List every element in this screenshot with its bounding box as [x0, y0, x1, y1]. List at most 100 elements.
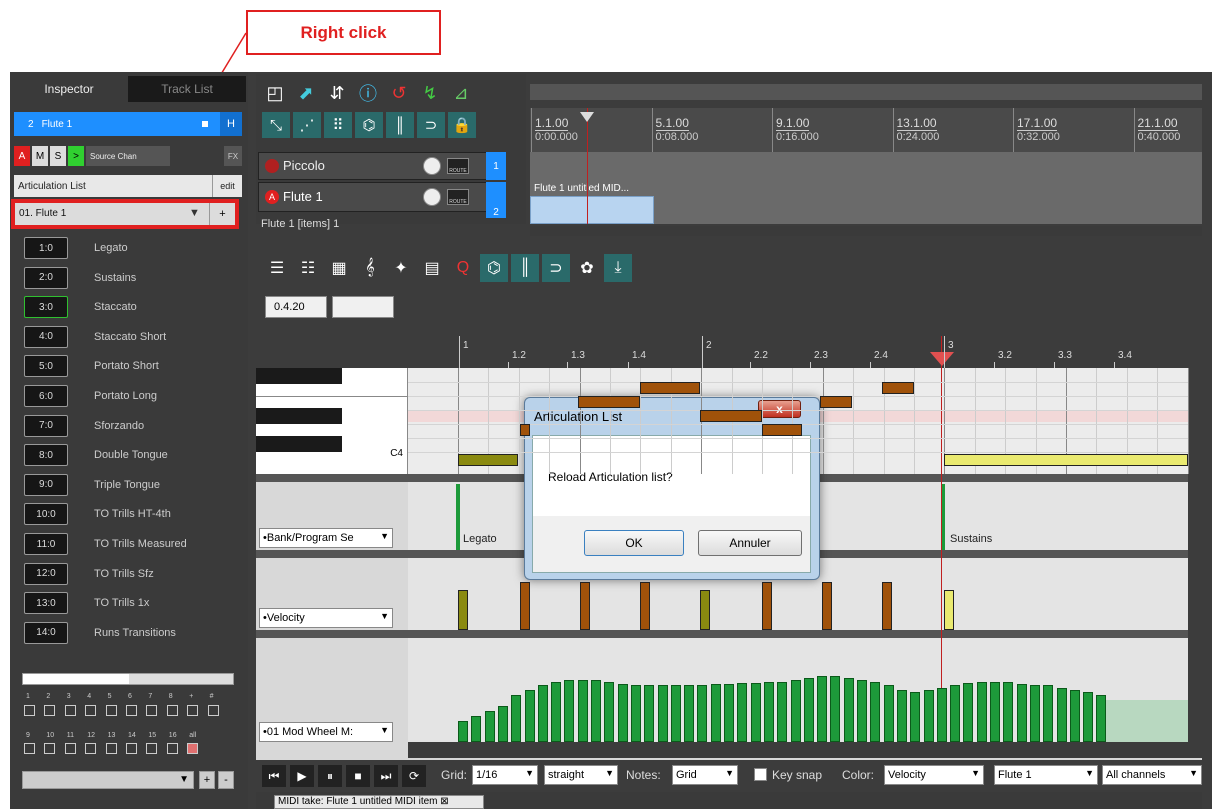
- mod-wheel-bar[interactable]: [950, 685, 961, 742]
- loop-icon[interactable]: ⊃: [417, 112, 445, 138]
- channel-checkbox[interactable]: [24, 705, 35, 716]
- hide-button[interactable]: H: [220, 112, 242, 136]
- mod-wheel-bar[interactable]: [1056, 688, 1067, 742]
- pause-icon[interactable]: ⏸: [318, 765, 342, 787]
- velocity-bar[interactable]: [640, 582, 650, 630]
- channel-checkbox[interactable]: [166, 705, 178, 716]
- add-list-button[interactable]: +: [209, 203, 235, 225]
- mod-wheel-bar[interactable]: [777, 682, 788, 742]
- mod-wheel-bar[interactable]: [710, 684, 721, 742]
- velocity-bar[interactable]: [882, 582, 892, 630]
- midi-note[interactable]: [458, 454, 518, 466]
- channel-checkbox[interactable]: [105, 743, 117, 754]
- scrollbar-thumb[interactable]: [23, 674, 129, 684]
- skip-forward-icon[interactable]: ⏭: [374, 765, 398, 787]
- piano-roll-icon[interactable]: ☰: [263, 254, 291, 282]
- mod-wheel-bar[interactable]: [511, 695, 522, 742]
- lines-icon[interactable]: ║: [386, 112, 414, 138]
- arrange-hscroll[interactable]: [530, 226, 1202, 236]
- loop-icon[interactable]: ⊃: [542, 254, 570, 282]
- mod-wheel-bar[interactable]: [644, 685, 655, 742]
- midi-hscroll[interactable]: [408, 742, 1202, 758]
- snap-icon[interactable]: ⠿: [324, 112, 352, 138]
- mod-wheel-bar[interactable]: [604, 682, 615, 742]
- take-tab[interactable]: MIDI take: Flute 1 untitled MIDI item ⊠: [274, 795, 484, 809]
- velocity-bar[interactable]: [762, 582, 772, 630]
- mod-wheel-bar[interactable]: [763, 682, 774, 742]
- mod-wheel-bar[interactable]: [724, 684, 734, 742]
- articulation-item[interactable]: 8:0 Double Tongue: [24, 444, 168, 467]
- midi-note[interactable]: [520, 424, 530, 436]
- mod-wheel-bar[interactable]: [591, 680, 601, 742]
- monitor-button[interactable]: >: [68, 146, 84, 166]
- track-row-piccolo[interactable]: Piccolo ROUTE: [258, 152, 500, 180]
- mute-button[interactable]: M: [32, 146, 48, 166]
- grid-toggle-icon[interactable]: ║: [511, 254, 539, 282]
- piano-keyboard[interactable]: C4: [256, 368, 408, 474]
- ripple-icon[interactable]: ⋰: [293, 112, 321, 138]
- route-button[interactable]: ROUTE: [447, 158, 469, 174]
- record-arm-active-icon[interactable]: A: [265, 190, 279, 204]
- edit-button[interactable]: edit: [212, 175, 242, 197]
- mod-wheel-bar[interactable]: [1096, 695, 1107, 742]
- mod-wheel-bar[interactable]: [1043, 685, 1054, 742]
- envelope-icon[interactable]: ↯: [417, 80, 443, 106]
- midi-note[interactable]: [944, 454, 1188, 466]
- velocity-bar[interactable]: [700, 590, 710, 630]
- glue-icon[interactable]: ⬈: [293, 80, 319, 106]
- channel-checkbox[interactable]: [207, 705, 219, 716]
- velocity-bar[interactable]: [580, 582, 590, 630]
- articulation-item[interactable]: 1:0 Legato: [24, 237, 128, 259]
- volume-knob-icon[interactable]: [423, 157, 441, 175]
- undo-arrow-icon[interactable]: ↺: [386, 80, 412, 106]
- track-header[interactable]: 2 Flute 1 H: [14, 112, 242, 136]
- mod-wheel-bar[interactable]: [524, 690, 535, 742]
- track-row-flute[interactable]: A Flute 1 ROUTE: [258, 182, 500, 212]
- paint-icon[interactable]: ✿: [573, 254, 601, 282]
- source-channel-button[interactable]: Source Chan: [86, 146, 170, 166]
- articulation-item[interactable]: 12:0 TO Trills Sfz: [24, 562, 154, 585]
- trim-icon[interactable]: ⤡: [262, 112, 290, 138]
- palette-icon[interactable]: ✦: [387, 254, 415, 282]
- mod-wheel-bar[interactable]: [630, 685, 641, 742]
- notation-icon[interactable]: 𝄞: [356, 254, 384, 282]
- grid-select[interactable]: 1/16 ▼: [472, 765, 538, 785]
- inspector-scrollbar[interactable]: [22, 673, 234, 685]
- mod-wheel-bar[interactable]: [617, 684, 628, 742]
- skip-back-icon[interactable]: ⏮: [262, 765, 286, 787]
- channel-checkbox[interactable]: [187, 705, 199, 716]
- bottom-add-button[interactable]: +: [199, 771, 215, 789]
- event-list-icon[interactable]: ▤: [418, 254, 446, 282]
- new-item-icon[interactable]: ◰: [262, 80, 288, 106]
- snap-icon[interactable]: ⤓: [604, 254, 632, 282]
- mod-wheel-bar[interactable]: [551, 682, 562, 742]
- velocity-bar[interactable]: [944, 590, 954, 630]
- fx-button[interactable]: FX: [224, 146, 242, 166]
- channel-checkbox[interactable]: [85, 743, 97, 754]
- black-key[interactable]: [256, 408, 342, 424]
- articulation-item[interactable]: 5:0 Portato Short: [24, 355, 159, 378]
- channel-checkbox[interactable]: [126, 743, 137, 754]
- articulation-item[interactable]: 10:0 TO Trills HT-4th: [24, 503, 171, 526]
- record-arm-button[interactable]: A: [14, 146, 30, 166]
- midi-note[interactable]: [882, 382, 914, 394]
- mod-wheel-bar[interactable]: [790, 680, 801, 742]
- channel-checkbox[interactable]: [166, 743, 178, 754]
- bottom-remove-button[interactable]: -: [218, 771, 234, 789]
- articulation-item[interactable]: 6:0 Portato Long: [24, 385, 157, 407]
- mod-wheel-bar[interactable]: [684, 685, 695, 742]
- play-icon[interactable]: ▶: [290, 765, 314, 787]
- channel-checkbox[interactable]: [64, 743, 76, 754]
- mod-wheel-bar[interactable]: [803, 678, 814, 742]
- mod-wheel-bar[interactable]: [458, 721, 468, 742]
- mod-wheel-bar[interactable]: [537, 685, 548, 742]
- channel-checkbox[interactable]: [24, 743, 35, 754]
- channel-select[interactable]: All channels ▼: [1102, 765, 1202, 785]
- mod-wheel-bar[interactable]: [1083, 692, 1094, 742]
- mod-wheel-bar[interactable]: [471, 716, 482, 742]
- route-button[interactable]: ROUTE: [447, 189, 469, 205]
- mod-wheel-bar[interactable]: [670, 685, 681, 742]
- tab-track-list[interactable]: Track List: [128, 76, 246, 102]
- mod-wheel-bar[interactable]: [990, 682, 1000, 742]
- midi-note[interactable]: [820, 396, 852, 408]
